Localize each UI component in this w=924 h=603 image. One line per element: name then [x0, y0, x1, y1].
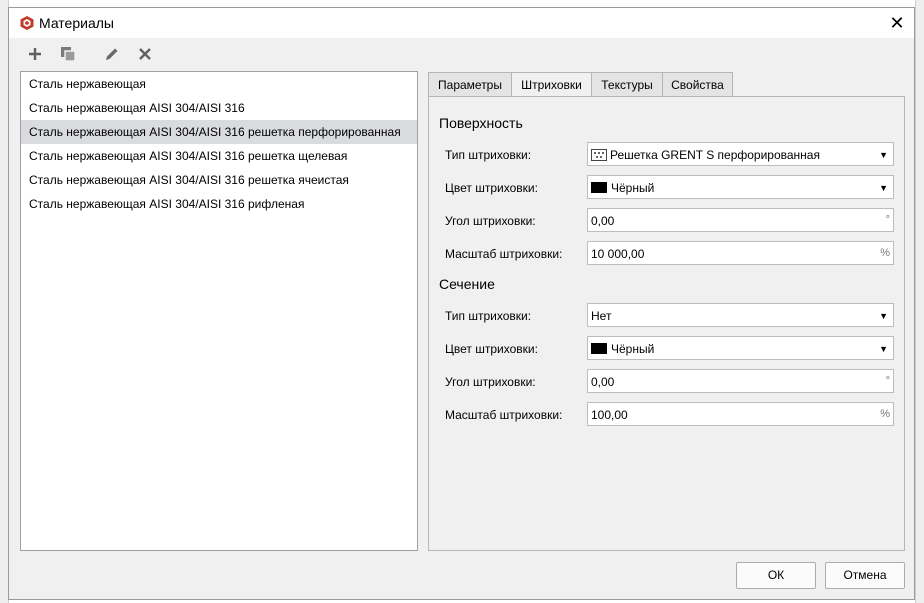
tab-hatches[interactable]: Штриховки [511, 72, 592, 97]
chevron-down-icon: ▼ [879, 150, 888, 160]
tab-parameters[interactable]: Параметры [428, 72, 512, 96]
color-swatch [591, 182, 607, 193]
surface-hatch-angle-value: 0,00 [591, 214, 615, 228]
title-bar: Материалы ✕ [9, 8, 914, 38]
window-title: Материалы [39, 15, 114, 31]
section-hatch-color-select[interactable]: Чёрный ▼ [587, 336, 894, 360]
surface-hatch-color-value: Чёрный [611, 181, 655, 195]
section-hatch-color-label: Цвет штриховки: [445, 342, 538, 356]
list-item[interactable]: Сталь нержавеющая [21, 72, 417, 96]
close-icon[interactable]: ✕ [886, 12, 908, 34]
surface-hatch-color-select[interactable]: Чёрный ▼ [587, 175, 894, 199]
surface-hatch-color-label: Цвет штриховки: [445, 181, 538, 195]
edit-icon[interactable] [102, 44, 122, 64]
surface-hatch-type-label: Тип штриховки: [445, 148, 532, 162]
surface-hatch-scale-input[interactable]: 10 000,00 % [587, 241, 894, 265]
chevron-down-icon: ▼ [879, 311, 888, 321]
add-icon[interactable] [25, 44, 45, 64]
list-item[interactable]: Сталь нержавеющая AISI 304/AISI 316 рифл… [21, 192, 417, 216]
surface-heading: Поверхность [439, 115, 523, 131]
section-hatch-type-select[interactable]: Нет ▼ [587, 303, 894, 327]
background-strip-right [915, 0, 924, 603]
section-heading: Сечение [439, 276, 495, 292]
tab-properties[interactable]: Свойства [662, 72, 733, 96]
section-hatch-scale-value: 100,00 [591, 408, 628, 422]
section-hatch-angle-value: 0,00 [591, 375, 615, 389]
cancel-button[interactable]: Отмена [825, 562, 905, 589]
app-icon [20, 16, 34, 30]
tab-textures[interactable]: Текстуры [591, 72, 663, 96]
surface-hatch-scale-value: 10 000,00 [591, 247, 645, 261]
percent-unit: % [880, 247, 890, 259]
section-hatch-scale-label: Масштаб штриховки: [445, 408, 563, 422]
section-hatch-scale-input[interactable]: 100,00 % [587, 402, 894, 426]
chevron-down-icon: ▼ [879, 344, 888, 354]
section-hatch-type-value: Нет [591, 309, 612, 323]
section-hatch-angle-label: Угол штриховки: [445, 375, 536, 389]
percent-unit: % [880, 408, 890, 420]
materials-dialog: Материалы ✕ Сталь нержавеющая Сталь нерж… [8, 7, 915, 600]
degree-unit: ° [885, 375, 890, 387]
delete-icon[interactable] [135, 44, 155, 64]
surface-hatch-scale-label: Масштаб штриховки: [445, 247, 563, 261]
section-hatch-color-value: Чёрный [611, 342, 655, 356]
section-hatch-type-label: Тип штриховки: [445, 309, 532, 323]
hatch-pattern-icon [591, 149, 607, 161]
color-swatch [591, 343, 607, 354]
degree-unit: ° [885, 214, 890, 226]
ok-button[interactable]: ОК [736, 562, 816, 589]
surface-hatch-type-select[interactable]: Решетка GRENT S перфорированная ▼ [587, 142, 894, 166]
hatches-panel: Поверхность Тип штриховки: Решетка GRENT… [428, 96, 905, 551]
copy-icon[interactable] [58, 44, 78, 64]
surface-hatch-type-value: Решетка GRENT S перфорированная [610, 148, 820, 162]
list-item[interactable]: Сталь нержавеющая AISI 304/AISI 316 [21, 96, 417, 120]
surface-hatch-angle-label: Угол штриховки: [445, 214, 536, 228]
list-item-selected[interactable]: Сталь нержавеющая AISI 304/AISI 316 реше… [21, 120, 417, 144]
list-item[interactable]: Сталь нержавеющая AISI 304/AISI 316 реше… [21, 168, 417, 192]
chevron-down-icon: ▼ [879, 183, 888, 193]
surface-hatch-angle-input[interactable]: 0,00 ° [587, 208, 894, 232]
section-hatch-angle-input[interactable]: 0,00 ° [587, 369, 894, 393]
list-item[interactable]: Сталь нержавеющая AISI 304/AISI 316 реше… [21, 144, 417, 168]
materials-list[interactable]: Сталь нержавеющая Сталь нержавеющая AISI… [20, 71, 418, 551]
